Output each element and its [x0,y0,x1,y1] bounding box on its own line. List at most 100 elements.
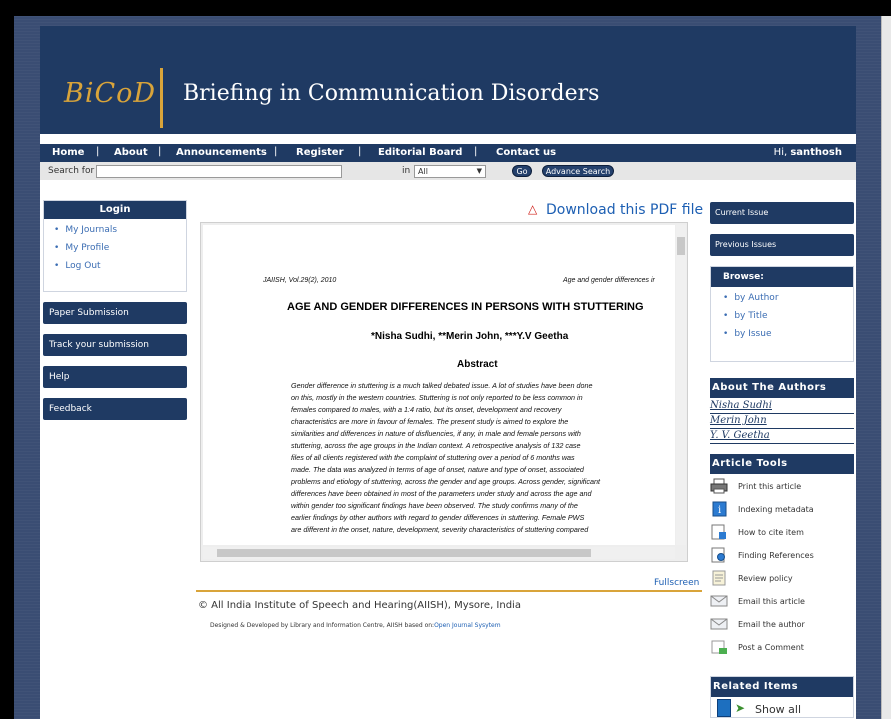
greeting-username: santhosh [790,147,842,158]
login-menu: My Journals My Profile Log Out [44,219,186,271]
my-journals-link[interactable]: My Journals [54,225,186,235]
ojs-link[interactable]: Open Journal Sysytem [434,622,501,629]
pdf-running-header-left: JAIISH, Vol.29(2), 2010 [263,277,337,284]
site-header: BiCoD Briefing in Communication Disorder… [40,26,856,134]
abstract-line: differences have been obtained in most o… [291,489,592,498]
review-icon [712,570,726,586]
nav-editorial-board[interactable]: Editorial Board [378,147,462,158]
help-button[interactable]: Help [43,366,187,388]
nav-separator: | [474,146,478,157]
author-link[interactable]: Merin John [710,415,854,429]
pdf-horizontal-scrollbar[interactable] [203,547,675,559]
my-profile-link[interactable]: My Profile [54,243,186,253]
arrow-icon: ➤ [735,701,746,715]
tool-label: Post a Comment [738,643,804,652]
browse-by-author-link[interactable]: by Author [723,293,853,303]
nav-separator: | [96,146,100,157]
tool-email-article[interactable]: Email this article [710,593,856,613]
page-container: BiCoD Briefing in Communication Disorder… [40,26,856,719]
show-all-link[interactable]: Show all [755,703,801,716]
tool-finding-references[interactable]: Finding References [710,547,856,567]
login-title: Login [44,201,186,219]
comment-icon [711,640,727,654]
tool-label: How to cite item [738,528,804,537]
paper-submission-button[interactable]: Paper Submission [43,302,187,324]
nav-separator: | [158,146,162,157]
nav-register[interactable]: Register [296,147,344,158]
abstract-line: made. The data was analyzed in terms of … [291,465,584,474]
copyright-text: © All India Institute of Speech and Hear… [198,600,521,611]
article-tools-title: Article Tools [710,454,854,474]
dropdown-arrow-icon: ▼ [476,167,482,175]
abstract-line: earlier findings by other authors with r… [291,513,585,522]
search-scope-select[interactable]: All ▼ [414,165,486,178]
current-issue-button[interactable]: Current Issue [710,202,854,224]
nav-separator: | [358,146,362,157]
browser-scrollbar[interactable] [881,16,891,719]
fullscreen-link[interactable]: Fullscreen [654,578,699,588]
tool-cite-item[interactable]: How to cite item [710,524,856,544]
site-title[interactable]: Briefing in Communication Disorders [183,81,599,106]
pdf-abstract-heading: Abstract [457,359,498,370]
abstract-line: on this, mostly in the western countries… [291,393,583,402]
abstract-line: characteristics are more in favour of fe… [291,417,569,426]
abstract-line: are different in the onset, nature, deve… [291,525,589,534]
designed-by-text: Designed & Developed by Library and Info… [210,622,501,629]
tool-print-article[interactable]: Print this article [710,478,856,498]
site-logo[interactable]: BiCoD [64,78,156,109]
pdf-icon: △ [528,202,538,216]
pdf-article-title: AGE AND GENDER DIFFERENCES IN PERSONS WI… [287,301,644,313]
search-scope-value: All [418,167,428,176]
advanced-search-button[interactable]: Advance Search [542,165,614,177]
page-background: BiCoD Briefing in Communication Disorder… [14,16,881,719]
browse-title: Browse: [711,267,853,287]
pdf-viewer[interactable]: JAIISH, Vol.29(2), 2010 Age and gender d… [200,222,688,562]
pdf-vertical-scrollbar[interactable] [676,225,686,545]
svg-text:i: i [718,505,721,516]
browse-by-issue-link[interactable]: by Issue [723,329,853,339]
abstract-line: files of all clients registered with the… [291,453,575,462]
cite-icon [711,524,726,540]
nav-home[interactable]: Home [52,147,84,158]
pdf-horizontal-scroll-thumb[interactable] [217,549,591,557]
nav-separator: | [274,146,278,157]
email-author-icon [710,618,728,630]
search-input[interactable] [96,165,342,178]
nav-about[interactable]: About [114,147,148,158]
pdf-running-header-right: Age and gender differences ir [563,277,655,284]
track-submission-button[interactable]: Track your submission [43,334,187,356]
tool-email-author[interactable]: Email the author [710,616,856,636]
tool-post-comment[interactable]: Post a Comment [710,639,856,659]
download-pdf-link[interactable]: Download this PDF file [546,202,703,218]
related-items-box: Related Items ➤ Show all [710,676,854,718]
abstract-line: stuttering, across the age groups in the… [291,441,581,450]
main-nav: Home | About | Announcements | Register … [40,144,856,162]
related-items-title: Related Items [711,677,853,697]
designed-by-prefix: Designed & Developed by Library and Info… [210,622,435,629]
email-icon [710,595,728,607]
browse-box: Browse: by Author by Title by Issue [710,266,854,362]
nav-announcements[interactable]: Announcements [176,147,267,158]
search-in-label: in [402,166,411,176]
previous-issues-button[interactable]: Previous Issues [710,234,854,256]
search-label: Search for [48,166,95,176]
log-out-link[interactable]: Log Out [54,261,186,271]
pdf-vertical-scroll-thumb[interactable] [677,237,685,255]
abstract-line: within gender too significant findings h… [291,501,578,510]
browse-by-title-link[interactable]: by Title [723,311,853,321]
search-doc-icon [711,547,725,563]
abstract-line: similarities and differences in nature o… [291,429,581,438]
pdf-abstract-text: Gender difference in stuttering is a muc… [291,380,671,536]
tool-indexing-metadata[interactable]: i Indexing metadata [710,501,856,521]
related-items-icon [717,699,731,717]
abstract-line: problems and etiology of stuttering, acr… [291,477,600,486]
nav-contact-us[interactable]: Contact us [496,147,556,158]
tool-review-policy[interactable]: Review policy [710,570,856,590]
pdf-authors: *Nisha Sudhi, **Merin John, ***Y.V Geeth… [371,331,569,342]
author-link[interactable]: Nisha Sudhi [710,400,854,414]
feedback-button[interactable]: Feedback [43,398,187,420]
greeting-prefix: Hi, [773,147,791,158]
author-link[interactable]: Y. V. Geetha [710,430,854,444]
printer-icon [710,478,728,494]
go-button[interactable]: Go [512,165,532,177]
